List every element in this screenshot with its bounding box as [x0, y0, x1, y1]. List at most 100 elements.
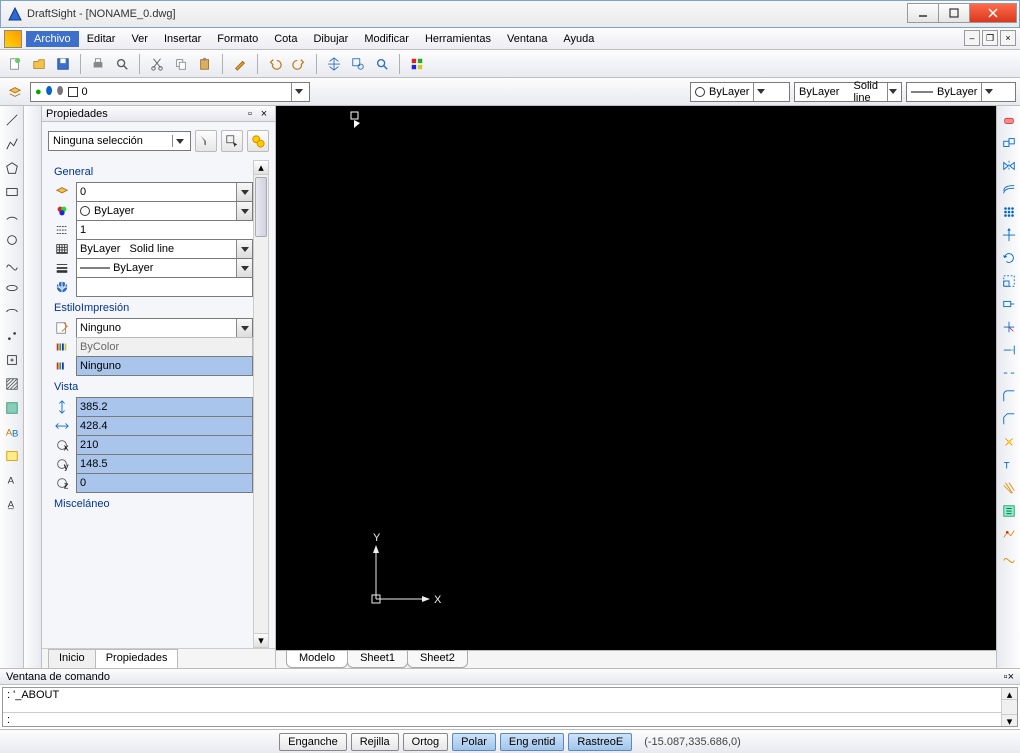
- simpletext-icon[interactable]: A̲: [2, 494, 22, 514]
- prop-layer-field[interactable]: 0: [76, 182, 253, 202]
- tab-sheet2[interactable]: Sheet2: [407, 651, 468, 668]
- match-properties-icon[interactable]: [229, 53, 251, 75]
- copy-mod-icon[interactable]: [999, 133, 1019, 153]
- toggle-pick-icon[interactable]: [247, 130, 269, 152]
- properties-icon[interactable]: [406, 53, 428, 75]
- menu-view[interactable]: Ver: [123, 31, 156, 47]
- prop-hyperlink-field[interactable]: [76, 277, 253, 297]
- zoom-window-icon[interactable]: [347, 53, 369, 75]
- prop-lineweight-field[interactable]: ByLayer: [76, 258, 253, 278]
- menu-help[interactable]: Ayuda: [555, 31, 602, 47]
- paste-icon[interactable]: [194, 53, 216, 75]
- tab-model[interactable]: Modelo: [286, 651, 348, 668]
- point-icon[interactable]: [2, 326, 22, 346]
- menu-draw[interactable]: Dibujar: [305, 31, 356, 47]
- menu-modify[interactable]: Modificar: [356, 31, 417, 47]
- status-ortho-button[interactable]: Ortog: [403, 733, 449, 751]
- spline-icon[interactable]: [2, 254, 22, 274]
- doc-close-button[interactable]: ×: [1000, 30, 1016, 46]
- open-icon[interactable]: [28, 53, 50, 75]
- menu-file[interactable]: Archivo: [26, 31, 79, 47]
- circle-icon[interactable]: [2, 230, 22, 250]
- command-scrollbar[interactable]: ▴ ▾: [1001, 688, 1017, 726]
- rotate-icon[interactable]: [999, 248, 1019, 268]
- prop-color-field[interactable]: ByLayer: [76, 201, 253, 221]
- tab-properties[interactable]: Propiedades: [95, 649, 179, 668]
- edit-spline-icon[interactable]: [999, 547, 1019, 567]
- doc-minimize-button[interactable]: –: [964, 30, 980, 46]
- layer-dropdown[interactable]: ● ⬮ ⬮ 0: [30, 82, 310, 102]
- status-snap-button[interactable]: Enganche: [279, 733, 347, 751]
- erase-icon[interactable]: [999, 110, 1019, 130]
- edit-hatch-icon[interactable]: [999, 478, 1019, 498]
- menu-window[interactable]: Ventana: [499, 31, 555, 47]
- polyline-icon[interactable]: [2, 134, 22, 154]
- cut-icon[interactable]: [146, 53, 168, 75]
- lineweight-dropdown[interactable]: ByLayer: [906, 82, 1016, 102]
- tab-sheet1[interactable]: Sheet1: [347, 651, 408, 668]
- panel-float-icon[interactable]: ▫: [243, 107, 257, 121]
- mirror-icon[interactable]: [999, 156, 1019, 176]
- mtext-icon[interactable]: A: [2, 470, 22, 490]
- align-icon[interactable]: T: [999, 455, 1019, 475]
- command-prompt[interactable]: :: [3, 712, 1017, 726]
- explode-icon[interactable]: [999, 432, 1019, 452]
- app-logo-icon[interactable]: [4, 30, 22, 48]
- pan-icon[interactable]: [323, 53, 345, 75]
- prop-view4-field[interactable]: 148.5: [76, 454, 253, 474]
- prop-view5-field[interactable]: 0: [76, 473, 253, 493]
- fillet-icon[interactable]: [999, 386, 1019, 406]
- status-grid-button[interactable]: Rejilla: [351, 733, 399, 751]
- rectangle-icon[interactable]: [2, 182, 22, 202]
- extend-icon[interactable]: [999, 340, 1019, 360]
- prop-plotstyle-field[interactable]: Ninguno: [76, 318, 253, 338]
- tab-start[interactable]: Inicio: [48, 649, 96, 668]
- chamfer-icon[interactable]: [999, 409, 1019, 429]
- scroll-down-icon[interactable]: ▾: [254, 633, 268, 647]
- menu-format[interactable]: Formato: [209, 31, 266, 47]
- prop-plotattached-field[interactable]: Ninguno: [76, 356, 253, 376]
- panel-close-icon[interactable]: ×: [257, 107, 271, 121]
- cmd-close-icon[interactable]: ×: [1008, 671, 1014, 683]
- redo-icon[interactable]: [288, 53, 310, 75]
- save-icon[interactable]: [52, 53, 74, 75]
- color-dropdown[interactable]: ByLayer: [690, 82, 790, 102]
- prop-view2-field[interactable]: 428.4: [76, 416, 253, 436]
- layer-manager-icon[interactable]: [4, 81, 26, 103]
- copy-icon[interactable]: [170, 53, 192, 75]
- panel-grip[interactable]: [24, 106, 42, 668]
- edit-polyline-icon[interactable]: [999, 524, 1019, 544]
- status-etrack-button[interactable]: RastreoE: [568, 733, 632, 751]
- close-button[interactable]: [969, 3, 1017, 23]
- stretch-icon[interactable]: [999, 294, 1019, 314]
- status-polar-button[interactable]: Polar: [452, 733, 496, 751]
- menu-insert[interactable]: Insertar: [156, 31, 209, 47]
- region-icon[interactable]: [2, 398, 22, 418]
- insert-block-icon[interactable]: [2, 350, 22, 370]
- text-icon[interactable]: AB: [2, 422, 22, 442]
- command-body[interactable]: : '_ABOUT : ▴ ▾: [2, 687, 1018, 727]
- select-objects-icon[interactable]: [221, 130, 243, 152]
- offset-icon[interactable]: [999, 179, 1019, 199]
- menu-tools[interactable]: Herramientas: [417, 31, 499, 47]
- arc-icon[interactable]: [2, 206, 22, 226]
- drawing-canvas[interactable]: Y X: [276, 106, 996, 650]
- undo-icon[interactable]: [264, 53, 286, 75]
- ellipse-arc-icon[interactable]: [2, 302, 22, 322]
- scroll-thumb[interactable]: [255, 177, 267, 237]
- prop-view3-field[interactable]: 210: [76, 435, 253, 455]
- quick-select-icon[interactable]: [195, 130, 217, 152]
- note-icon[interactable]: [2, 446, 22, 466]
- doc-restore-button[interactable]: ❐: [982, 30, 998, 46]
- prop-view1-field[interactable]: 385.2: [76, 397, 253, 417]
- line-icon[interactable]: [2, 110, 22, 130]
- edit-text-icon[interactable]: [999, 501, 1019, 521]
- print-icon[interactable]: [87, 53, 109, 75]
- scroll-up-icon[interactable]: ▴: [254, 161, 268, 175]
- ellipse-icon[interactable]: [2, 278, 22, 298]
- minimize-button[interactable]: [907, 3, 939, 23]
- prop-linestyle-field[interactable]: ByLayer Solid line: [76, 239, 253, 259]
- polygon-icon[interactable]: [2, 158, 22, 178]
- scale-icon[interactable]: [999, 271, 1019, 291]
- print-preview-icon[interactable]: [111, 53, 133, 75]
